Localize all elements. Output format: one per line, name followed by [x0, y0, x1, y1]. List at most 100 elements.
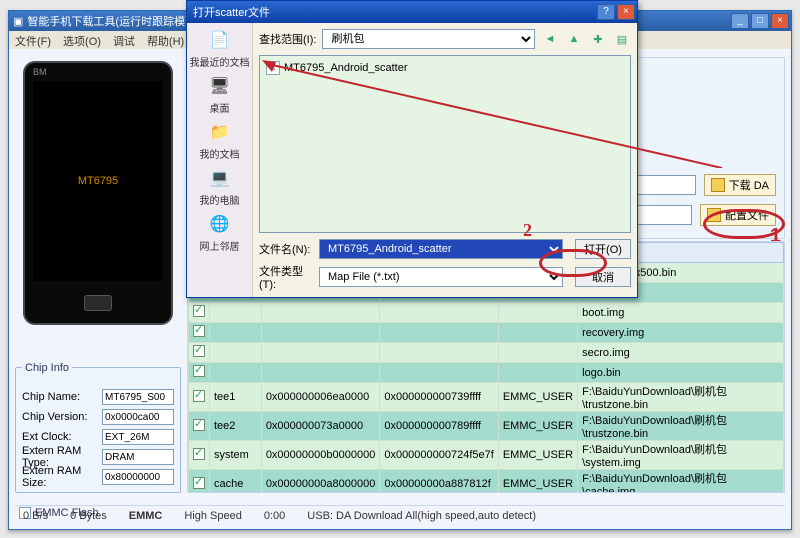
open-file-dialog: 打开scatter文件 ? × 📄我最近的文档🖥桌面📁我的文档💻我的电脑🌐网上邻… — [186, 0, 638, 298]
folder-icon — [707, 208, 721, 222]
cell-end — [380, 323, 499, 343]
file-item[interactable]: ≡ MT6795_Android_scatter — [264, 60, 626, 76]
cell-location: secro.img — [578, 343, 784, 363]
config-file-button[interactable]: 配置文件 — [700, 204, 776, 226]
back-icon[interactable]: ◄ — [541, 30, 559, 48]
menu-options[interactable]: 选项(O) — [63, 33, 101, 47]
row-checkbox[interactable] — [193, 390, 205, 402]
dialog-title: 打开scatter文件 — [193, 4, 270, 20]
place-item[interactable]: 💻我的电脑 — [200, 165, 240, 207]
table-row[interactable]: system 0x00000000b0000000 0x000000000724… — [189, 441, 784, 470]
cell-region — [498, 323, 577, 343]
row-checkbox[interactable] — [193, 345, 205, 357]
chip-label: Chip Version: — [22, 411, 87, 423]
chip-label: Ext Clock: — [22, 431, 72, 443]
dialog-help-button[interactable]: ? — [597, 4, 615, 20]
phone-preview: BM MT6795 — [15, 61, 181, 363]
chip-value[interactable] — [102, 469, 174, 485]
place-label: 桌面 — [210, 100, 230, 115]
annotation-number-2: 2 — [523, 220, 532, 241]
minimize-button[interactable]: _ — [731, 13, 749, 29]
table-row[interactable]: secro.img — [189, 343, 784, 363]
status-mode: High Speed — [184, 510, 242, 522]
folder-icon — [711, 178, 725, 192]
place-icon: 🖥 — [205, 73, 235, 99]
cell-region: EMMC_USER — [498, 412, 577, 441]
menu-debug[interactable]: 调试 — [113, 33, 135, 47]
status-storage: EMMC — [129, 510, 163, 522]
table-row[interactable]: recovery.img — [189, 323, 784, 343]
cell-name — [210, 303, 262, 323]
cell-start: 0x000000006ea0000 — [261, 383, 380, 412]
row-checkbox[interactable] — [193, 448, 205, 460]
table-row[interactable]: tee2 0x000000073a0000 0x000000000789ffff… — [189, 412, 784, 441]
cell-location: logo.bin — [578, 363, 784, 383]
close-button[interactable]: × — [771, 13, 789, 29]
status-time: 0:00 — [264, 510, 285, 522]
place-label: 我的文档 — [200, 146, 240, 161]
menu-file[interactable]: 文件(F) — [15, 33, 51, 47]
place-item[interactable]: 📄我最近的文档 — [190, 27, 250, 69]
cell-name — [210, 363, 262, 383]
filetype-label: 文件类型(T): — [259, 263, 313, 291]
maximize-button[interactable]: □ — [751, 13, 769, 29]
file-list[interactable]: ≡ MT6795_Android_scatter — [259, 55, 631, 233]
row-checkbox[interactable] — [193, 365, 205, 377]
filetype-select[interactable]: Map File (*.txt) — [319, 267, 563, 287]
table-row[interactable]: boot.img — [189, 303, 784, 323]
chip-label: Extern RAM Size: — [22, 465, 102, 489]
cell-start: 0x00000000a8000000 — [261, 470, 380, 494]
newfolder-icon[interactable]: ✚ — [589, 30, 607, 48]
chip-value[interactable] — [102, 449, 174, 465]
place-icon: 💻 — [205, 165, 235, 191]
cell-location: F:\BaiduYunDownload\刷机包\cache.img — [578, 470, 784, 494]
cell-name — [210, 343, 262, 363]
filename-input[interactable]: MT6795_Android_scatter — [319, 239, 563, 259]
menu-help[interactable]: 帮助(H) — [147, 33, 184, 47]
cell-end: 0x000000000724f5e7f — [380, 441, 499, 470]
status-bytes: 0 Bytes — [70, 510, 107, 522]
lookin-label: 查找范围(I): — [259, 31, 316, 47]
chip-value[interactable] — [102, 429, 174, 445]
cell-name — [210, 323, 262, 343]
open-button[interactable]: 打开(O) — [575, 239, 631, 259]
phone-model-label: MT6795 — [78, 175, 118, 187]
config-file-label: 配置文件 — [725, 207, 769, 223]
row-checkbox[interactable] — [193, 305, 205, 317]
row-checkbox[interactable] — [193, 419, 205, 431]
table-row[interactable]: cache 0x00000000a8000000 0x00000000a8878… — [189, 470, 784, 494]
cell-location: recovery.img — [578, 323, 784, 343]
row-checkbox[interactable] — [193, 477, 205, 489]
lookin-select[interactable]: 刷机包 — [322, 29, 535, 49]
place-label: 我最近的文档 — [190, 54, 250, 69]
cell-region: EMMC_USER — [498, 441, 577, 470]
table-row[interactable]: logo.bin — [189, 363, 784, 383]
cancel-button[interactable]: 取消 — [575, 267, 631, 287]
file-item-label: MT6795_Android_scatter — [284, 62, 408, 74]
chip-value[interactable] — [102, 389, 174, 405]
up-icon[interactable]: ▲ — [565, 30, 583, 48]
cell-region: EMMC_USER — [498, 383, 577, 412]
views-icon[interactable]: ▤ — [613, 30, 631, 48]
row-checkbox[interactable] — [193, 325, 205, 337]
phone-brand: BM — [33, 67, 47, 77]
status-usb: USB: DA Download All(high speed,auto det… — [307, 510, 536, 522]
phone-screen: MT6795 — [33, 81, 163, 281]
places-bar: 📄我最近的文档🖥桌面📁我的文档💻我的电脑🌐网上邻居 — [187, 23, 253, 297]
table-row[interactable]: tee1 0x000000006ea0000 0x000000000739fff… — [189, 383, 784, 412]
dialog-close-button[interactable]: × — [617, 4, 635, 20]
place-item[interactable]: 🌐网上邻居 — [200, 211, 240, 253]
filename-label: 文件名(N): — [259, 241, 313, 257]
download-da-label: 下载 DA — [729, 177, 769, 193]
cell-region — [498, 363, 577, 383]
place-item[interactable]: 📁我的文档 — [200, 119, 240, 161]
chip-value[interactable] — [102, 409, 174, 425]
place-item[interactable]: 🖥桌面 — [205, 73, 235, 115]
place-label: 我的电脑 — [200, 192, 240, 207]
cell-start: 0x000000073a0000 — [261, 412, 380, 441]
cell-location: F:\BaiduYunDownload\刷机包\trustzone.bin — [578, 383, 784, 412]
textfile-icon: ≡ — [266, 61, 280, 75]
download-da-button[interactable]: 下载 DA — [704, 174, 776, 196]
place-icon: 🌐 — [205, 211, 235, 237]
cell-name: system — [210, 441, 262, 470]
